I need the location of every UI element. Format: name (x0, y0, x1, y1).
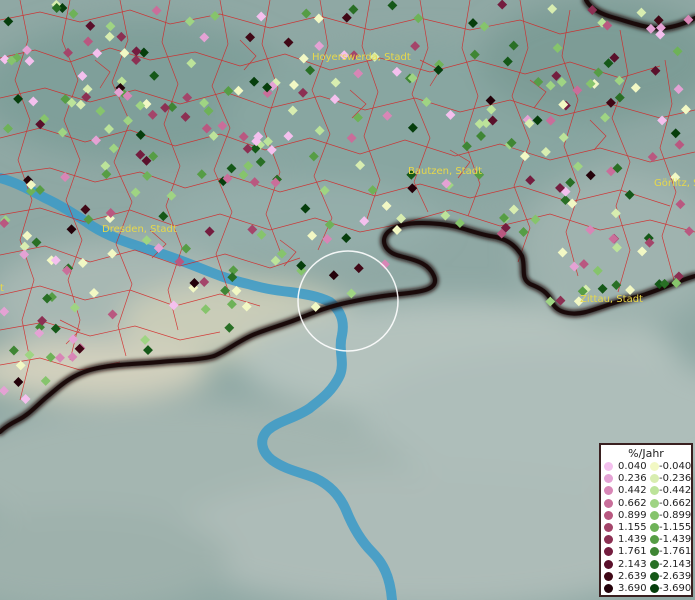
legend-label-positive: 1.439 (618, 534, 647, 546)
label-left-edge: t (0, 283, 4, 294)
legend-label-positive: 2.639 (618, 570, 647, 582)
legend-swatch-negative (650, 510, 659, 520)
legend-label-negative: -0.040 (659, 461, 692, 472)
label-zittau: Zittau, Stadt (580, 294, 643, 305)
legend-label-positive: 0.040 (618, 461, 647, 472)
legend-swatch-negative (650, 584, 659, 593)
legend-label-negative: -1.439 (659, 534, 692, 546)
legend-label-negative: -3.690 (659, 583, 692, 594)
label-dresden: Dresden, Stadt (102, 224, 177, 235)
legend-swatch-positive (604, 498, 613, 508)
legend-swatch-negative (650, 462, 659, 471)
label-bautzen: Bautzen, Stadt (408, 166, 482, 177)
legend-label-positive: 1.155 (618, 522, 647, 533)
legend-label-positive: 2.143 (618, 558, 647, 570)
legend-swatch-positive (604, 571, 613, 581)
legend-swatch-positive (604, 474, 613, 484)
legend-swatch-negative (650, 559, 659, 569)
label-goerlitz: Görlitz, S (654, 178, 695, 189)
legend-swatch-negative (650, 474, 659, 484)
legend-swatch-positive (604, 559, 613, 569)
legend-label-negative: -0.236 (659, 473, 692, 485)
legend-label-negative: -0.442 (659, 485, 692, 497)
legend-swatch-negative (650, 571, 659, 581)
legend-swatch-positive (604, 523, 613, 532)
legend-label-negative: -1.761 (659, 546, 692, 558)
legend-swatch-positive (604, 510, 613, 520)
legend-swatch-positive (604, 584, 613, 593)
legend-swatch-positive (604, 547, 613, 557)
legend-label-negative: -0.662 (659, 497, 692, 509)
legend-label-negative: -2.639 (659, 570, 692, 582)
legend-swatch-negative (650, 547, 659, 557)
legend-swatch-negative (650, 498, 659, 508)
map-canvas[interactable]: Hoyerswerda, Stadt Bautzen, Stadt Dresde… (0, 0, 695, 600)
legend-swatch-positive (604, 486, 613, 496)
legend-swatch-negative (650, 523, 659, 532)
legend-label-positive: 0.236 (618, 473, 647, 485)
legend-label-positive: 0.442 (618, 485, 647, 497)
legend-label-positive: 0.662 (618, 497, 647, 509)
legend-label-negative: -2.143 (659, 558, 692, 570)
legend-label-positive: 3.690 (618, 583, 647, 594)
legend: %/Jahr 0.040 -0.040 0.236 -0.236 0.442 -0.442… (599, 443, 693, 597)
legend-label-negative: -0.899 (659, 509, 692, 521)
legend-label-positive: 1.761 (618, 546, 647, 558)
legend-swatch-negative (650, 486, 659, 496)
legend-label-positive: 0.899 (618, 509, 647, 521)
label-hoyerswerda: Hoyerswerda, Stadt (312, 52, 411, 63)
legend-swatch-positive (604, 535, 613, 545)
legend-label-negative: -1.155 (659, 522, 692, 533)
legend-title: %/Jahr (628, 447, 664, 460)
legend-swatch-negative (650, 535, 659, 545)
legend-swatch-positive (604, 462, 613, 471)
